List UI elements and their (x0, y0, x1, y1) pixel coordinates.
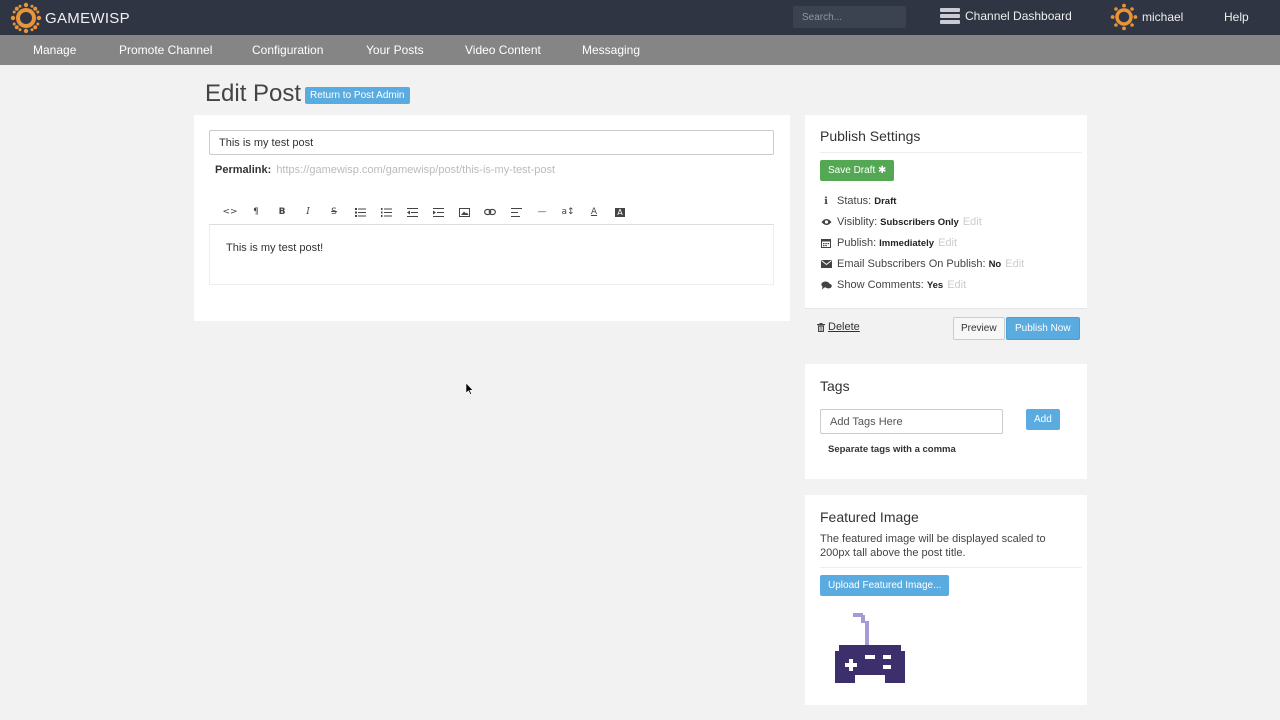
info-icon: ℹ (824, 195, 828, 207)
channel-dashboard-label: Channel Dashboard (965, 9, 1072, 23)
gamewisp-logo-icon (10, 2, 42, 34)
publish-value: Immediately (879, 237, 935, 249)
save-draft-button[interactable]: Save Draft ✱ (820, 160, 895, 181)
show-comments-row: Show Comments: Yes Edit (820, 279, 966, 291)
unordered-list-icon[interactable] (347, 204, 373, 220)
publish-actions-bar: Delete Preview Publish Now (805, 308, 1087, 348)
server-icon (940, 8, 960, 24)
visibility-row: Visiblity: Subscribers Only Edit (820, 216, 982, 228)
nav-item-messaging[interactable]: Messaging (582, 43, 640, 57)
featured-image-panel: Featured Image The featured image will b… (805, 495, 1087, 705)
link-icon[interactable] (477, 204, 503, 220)
return-to-post-admin-button[interactable]: Return to Post Admin (305, 87, 410, 104)
email-label: Email Subscribers On Publish: (837, 258, 986, 270)
status-label: Status: (837, 195, 872, 207)
tags-hint: Separate tags with a comma (828, 444, 956, 455)
username: michael (1142, 10, 1184, 24)
outdent-icon[interactable] (399, 204, 425, 220)
nav-item-configuration[interactable]: Configuration (252, 43, 323, 57)
ordered-list-icon[interactable] (373, 204, 399, 220)
nav-item-video-content[interactable]: Video Content (465, 43, 541, 57)
save-draft-label: Save Draft (828, 165, 876, 176)
tags-panel: Tags Add Separate tags with a comma (805, 364, 1087, 479)
asterisk-icon: ✱ (878, 165, 887, 176)
divider (820, 152, 1082, 153)
help-link[interactable]: Help (1224, 10, 1249, 24)
brand-name: GAMEWISP (45, 9, 130, 27)
background-color-icon[interactable]: A (607, 204, 633, 220)
divider (820, 567, 1082, 568)
editor-toolbar: <> ¶ B I S — a↕ A A (209, 200, 774, 225)
editor-panel: Permalink: https://gamewisp.com/gamewisp… (194, 115, 790, 321)
nav-item-promote-channel[interactable]: Promote Channel (119, 43, 212, 57)
bold-icon[interactable]: B (269, 204, 295, 220)
publish-edit-link[interactable]: Edit (938, 237, 957, 249)
font-color-icon[interactable]: A (581, 204, 607, 220)
permalink: Permalink: https://gamewisp.com/gamewisp… (215, 164, 555, 176)
tags-heading: Tags (820, 378, 850, 394)
page-title: Edit Post (205, 80, 302, 107)
delete-label: Delete (828, 321, 860, 333)
email-subscribers-row: Email Subscribers On Publish: No Edit (820, 258, 1024, 270)
permalink-label: Permalink: (215, 164, 272, 176)
logo[interactable]: GAMEWISP (10, 2, 130, 34)
status-row: ℹ Status: Draft (820, 195, 896, 207)
top-bar: GAMEWISP Channel Dashboard michael Help (0, 0, 1280, 35)
eye-icon (820, 216, 832, 228)
strikethrough-icon[interactable]: S (321, 204, 347, 220)
email-value: No (988, 258, 1002, 270)
calendar-icon (820, 237, 832, 249)
publish-now-button[interactable]: Publish Now (1006, 317, 1080, 340)
image-icon[interactable] (451, 204, 477, 220)
avatar (1110, 3, 1138, 31)
publish-time-row: Publish: Immediately Edit (820, 237, 957, 249)
post-title-input[interactable] (209, 130, 774, 155)
status-value: Draft (874, 195, 897, 207)
comments-value: Yes (926, 279, 944, 291)
post-body-editor[interactable]: This is my test post! (209, 225, 774, 285)
tags-input[interactable] (820, 409, 1003, 434)
email-edit-link[interactable]: Edit (1005, 258, 1024, 270)
publish-label: Publish: (837, 237, 877, 249)
channel-dashboard-link[interactable]: Channel Dashboard (940, 8, 1072, 24)
main-nav: Manage Promote Channel Configuration You… (0, 35, 1280, 65)
comments-label: Show Comments: (837, 279, 924, 291)
mouse-cursor-icon (466, 383, 474, 395)
paragraph-icon[interactable]: ¶ (243, 204, 269, 220)
envelope-icon (820, 258, 832, 270)
upload-featured-image-button[interactable]: Upload Featured Image... (820, 575, 950, 596)
publish-settings-heading: Publish Settings (820, 128, 921, 144)
visibility-label: Visiblity: (837, 216, 878, 228)
align-icon[interactable] (503, 204, 529, 220)
delete-button[interactable]: Delete (817, 321, 860, 333)
search-input[interactable] (793, 6, 906, 28)
nav-item-your-posts[interactable]: Your Posts (366, 43, 424, 57)
indent-icon[interactable] (425, 204, 451, 220)
comments-edit-link[interactable]: Edit (947, 279, 966, 291)
featured-image-preview (835, 613, 905, 683)
html-icon[interactable]: <> (217, 204, 243, 220)
nav-item-manage[interactable]: Manage (33, 43, 76, 57)
user-menu[interactable]: michael (1110, 3, 1183, 31)
visibility-value: Subscribers Only (880, 216, 959, 228)
add-tag-button[interactable]: Add (1026, 409, 1060, 430)
italic-icon[interactable]: I (295, 204, 321, 220)
featured-image-description: The featured image will be displayed sca… (820, 533, 1046, 559)
trash-icon (817, 322, 825, 332)
font-size-icon[interactable]: a↕ (555, 204, 581, 220)
preview-button[interactable]: Preview (953, 317, 1005, 340)
visibility-edit-link[interactable]: Edit (963, 216, 982, 228)
publish-settings-panel: Publish Settings Save Draft ✱ ℹ Status: … (805, 115, 1087, 308)
permalink-url[interactable]: https://gamewisp.com/gamewisp/post/this-… (276, 164, 555, 176)
controller-cord (853, 613, 869, 647)
horizontal-rule-icon[interactable]: — (529, 204, 555, 220)
comments-icon (820, 279, 832, 291)
featured-image-heading: Featured Image (820, 509, 919, 525)
